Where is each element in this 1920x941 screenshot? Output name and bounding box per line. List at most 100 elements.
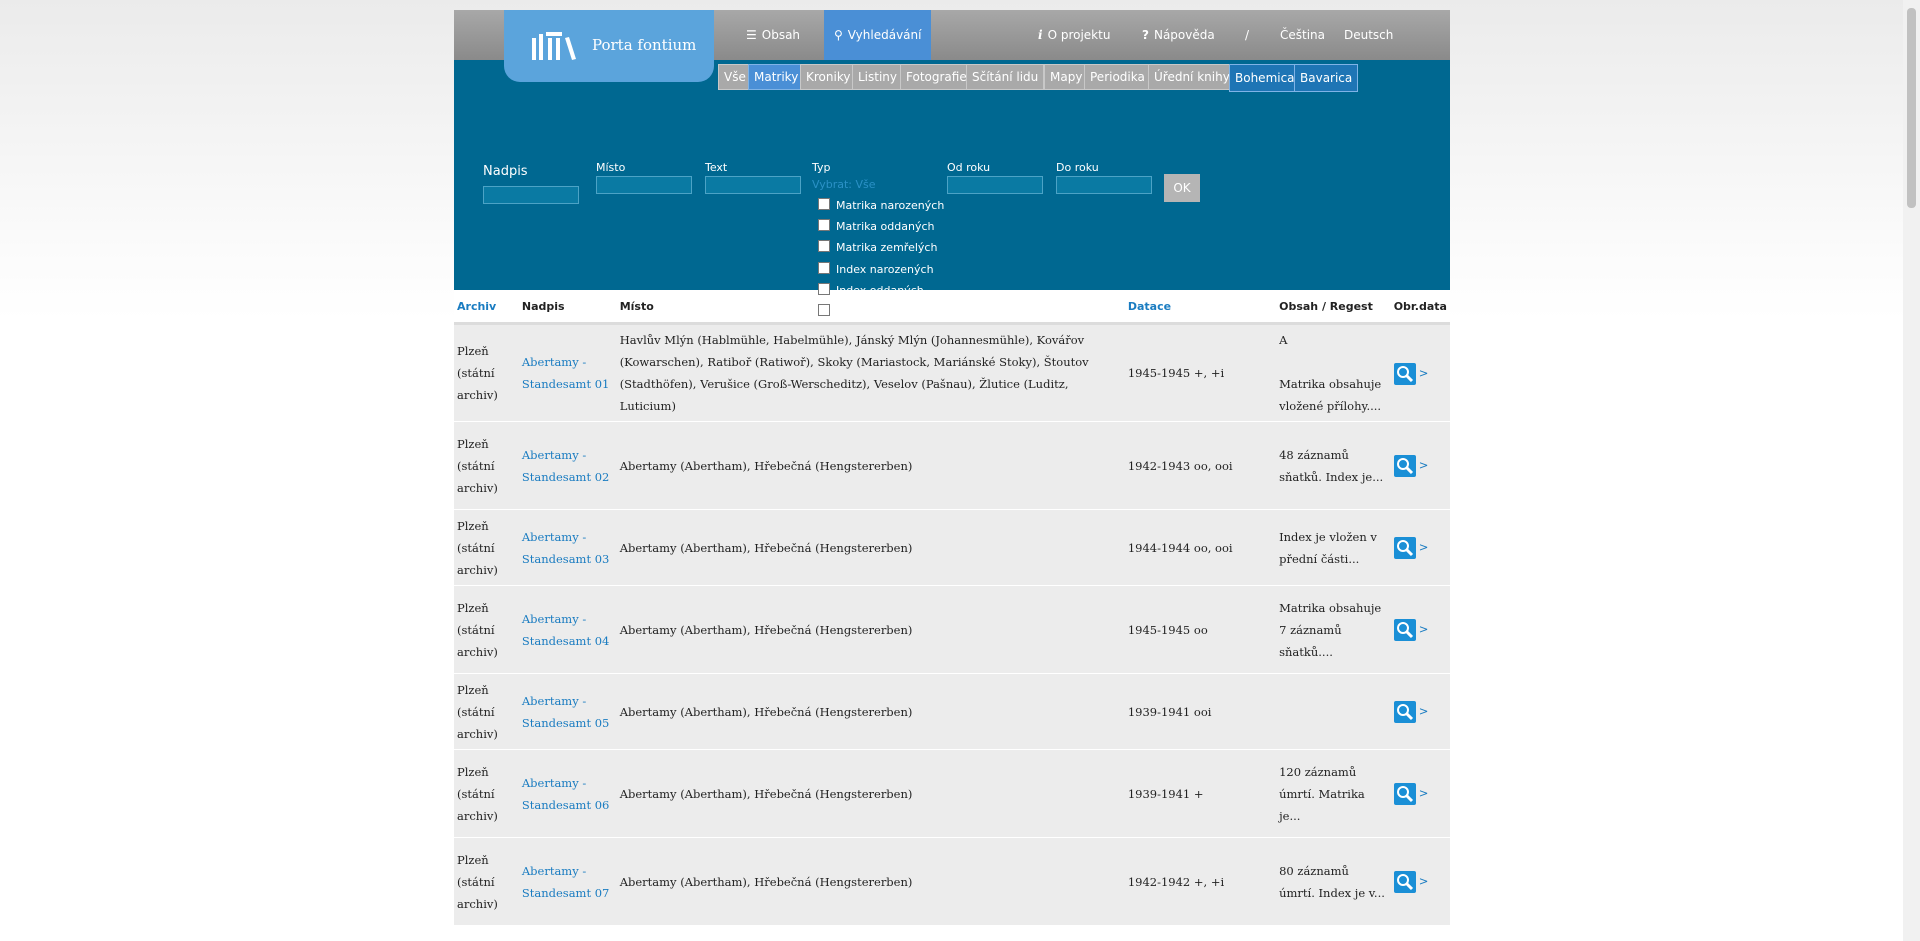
checkbox-matrika-zemrelych[interactable]: Matrika zemřelých [818,240,937,254]
logo[interactable]: Porta fontium [504,10,714,82]
table-row[interactable]: Plzeň (státní archiv) Abertamy - Standesa… [454,585,1450,674]
tab-vse[interactable]: Vše [718,64,752,90]
nadpis-link[interactable]: Abertamy - Standesamt 07 [518,837,617,926]
table-row[interactable]: Plzeň (státní archiv) Abertamy - Standesa… [454,323,1450,422]
header-archiv[interactable]: Archiv [454,290,519,325]
magnifier-icon[interactable] [1393,537,1416,559]
nav-napoveda[interactable]: ? Nápověda [1142,10,1215,60]
books-logo-icon [532,32,576,60]
nadpis-input[interactable] [483,186,579,204]
obsah-cell: A Matrika obsahuje vložené přílohy.... [1276,323,1391,422]
misto-cell: Havlův Mlýn (Hablmühle, Habelmühle), Ján… [616,323,1125,422]
table-header-row: Archiv Nadpis Místo Datace Obsah / Reges… [454,290,1450,325]
checkbox[interactable] [818,304,830,316]
chevron-right-icon[interactable]: > [1419,458,1429,472]
tab-mapy[interactable]: Mapy [1044,64,1089,90]
nav-obsah[interactable]: ☰ Obsah [746,10,800,60]
datace-cell: 1942-1943 oo, ooi [1124,421,1277,510]
checkbox[interactable] [818,283,830,295]
header-nadpis: Nadpis [518,290,617,325]
scrollbar[interactable] [1903,0,1920,941]
magnifier-icon[interactable] [1393,362,1416,385]
table-row[interactable]: Plzeň (státní archiv) Abertamy - Standesa… [454,421,1450,510]
magnifier-icon[interactable] [1393,619,1416,641]
datace-cell: 1942-1942 +, +i [1124,837,1277,926]
nadpis-link[interactable]: Abertamy - Standesamt 05 [518,673,617,750]
tab-bohemica[interactable]: Bohemica [1229,64,1301,92]
nadpis-link[interactable]: Abertamy - Standesamt 06 [518,749,617,838]
magnifier-icon[interactable] [1393,783,1416,805]
obsah-cell: 120 záznamů úmrtí. Matrika je... [1276,749,1391,838]
checkbox-index-oddanych[interactable]: Index oddaných [818,283,924,297]
tab-kroniky[interactable]: Kroniky [800,64,857,90]
tab-listiny[interactable]: Listiny [852,64,904,90]
magnifier-icon[interactable] [1393,455,1416,477]
menu-icon: ☰ [746,28,757,42]
checkbox-index-zemrelych[interactable]: Index zemřelých [818,304,927,318]
text-input[interactable] [705,176,801,194]
misto-cell: Abertamy (Abertham), Hřebečná (Hengstere… [616,509,1125,586]
checkbox-index-narozenych[interactable]: Index narozených [818,262,934,276]
obr-data-cell: > [1390,673,1450,750]
checkbox-label: Matrika oddaných [836,220,935,233]
select-all-link[interactable]: Vybrat: Vše [812,178,876,191]
obr-data-cell: > [1390,323,1450,422]
results-table: Archiv Nadpis Místo Datace Obsah / Reges… [454,290,1450,926]
label-nadpis: Nadpis [483,164,528,179]
label-text: Text [705,161,728,174]
lang-deutsch[interactable]: Deutsch [1344,10,1393,60]
chevron-right-icon[interactable]: > [1419,874,1429,888]
obr-data-cell: > [1390,837,1450,926]
table-row[interactable]: Plzeň (státní archiv) Abertamy - Standesa… [454,749,1450,838]
nadpis-link[interactable]: Abertamy - Standesamt 01 [518,323,617,422]
table-row[interactable]: Plzeň (státní archiv) Abertamy - Standesa… [454,509,1450,586]
nav-vyhledavani[interactable]: ⚲ Vyhledávání [824,10,932,60]
checkbox[interactable] [818,240,830,252]
nadpis-link[interactable]: Abertamy - Standesamt 03 [518,509,617,586]
magnifier-icon[interactable] [1393,871,1416,893]
obsah-cell: 80 záznamů úmrtí. Index je v... [1276,837,1391,926]
nadpis-link[interactable]: Abertamy - Standesamt 02 [518,421,617,510]
checkbox-matrika-narozenych[interactable]: Matrika narozených [818,198,944,212]
magnifier-icon[interactable] [1393,701,1416,723]
ok-button[interactable]: OK [1164,174,1200,202]
nadpis-link[interactable]: Abertamy - Standesamt 04 [518,585,617,674]
label-do-roku: Do roku [1056,161,1099,174]
label-typ: Typ [812,161,831,174]
tab-fotografie[interactable]: Fotografie [900,64,973,90]
checkbox[interactable] [818,262,830,274]
chevron-right-icon[interactable]: > [1419,540,1429,554]
chevron-right-icon[interactable]: > [1419,704,1429,718]
chevron-right-icon[interactable]: > [1419,622,1429,636]
scrollbar-thumb[interactable] [1907,8,1916,208]
tab-uredni-knihy[interactable]: Úřední knihy [1148,64,1236,90]
tab-matriky[interactable]: Matriky [748,64,805,90]
help-icon: ? [1142,28,1149,42]
checkbox-label: Index zemřelých [836,305,927,318]
tab-scitani-lidu[interactable]: Sčítání lidu [966,64,1045,90]
nav-o-projektu[interactable]: i O projektu [1038,10,1110,60]
table-row[interactable]: Plzeň (státní archiv) Abertamy - Standesa… [454,837,1450,926]
checkbox-label: Matrika narozených [836,199,945,212]
misto-cell: Abertamy (Abertham), Hřebečná (Hengstere… [616,837,1125,926]
table-row[interactable]: Plzeň (státní archiv) Abertamy - Standesa… [454,673,1450,750]
checkbox[interactable] [818,198,830,210]
checkbox[interactable] [818,219,830,231]
do-roku-input[interactable] [1056,176,1152,194]
header-datace[interactable]: Datace [1124,290,1277,325]
od-roku-input[interactable] [947,176,1043,194]
logo-title: Porta fontium [592,36,697,54]
misto-input[interactable] [596,176,692,194]
archiv-cell: Plzeň (státní archiv) [454,509,519,586]
obsah-cell: Index je vložen v přední části... [1276,509,1391,586]
datace-cell: 1939-1941 + [1124,749,1277,838]
tab-bavarica[interactable]: Bavarica [1294,64,1359,92]
archiv-cell: Plzeň (státní archiv) [454,673,519,750]
nav-vyhledavani-label: Vyhledávání [847,28,922,42]
tab-periodika[interactable]: Periodika [1084,64,1151,90]
chevron-right-icon[interactable]: > [1419,366,1429,380]
lang-cestina[interactable]: Čeština [1280,10,1325,60]
info-icon: i [1038,28,1043,42]
checkbox-matrika-oddanych[interactable]: Matrika oddaných [818,219,934,233]
chevron-right-icon[interactable]: > [1419,786,1429,800]
